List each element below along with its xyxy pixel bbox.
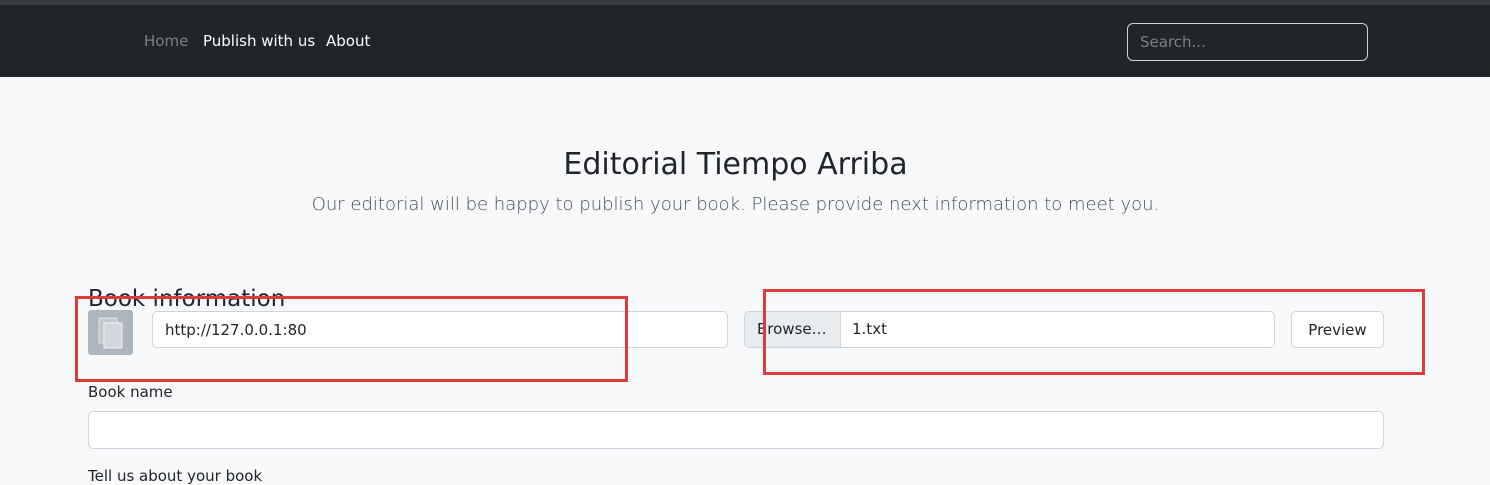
book-cover-thumbnail bbox=[88, 310, 133, 355]
page-lead: Our editorial will be happy to publish y… bbox=[311, 194, 1160, 215]
file-copy-icon bbox=[98, 317, 123, 349]
section-title-book-information: Book information bbox=[88, 286, 286, 313]
book-name-label: Book name bbox=[88, 383, 173, 401]
nav-link-home[interactable]: Home bbox=[144, 32, 188, 50]
navbar: Home Publish with us About bbox=[0, 5, 1490, 77]
browse-button[interactable]: Browse… bbox=[745, 312, 841, 347]
about-book-label: Tell us about your book bbox=[88, 467, 263, 485]
file-input[interactable]: Browse… 1.txt bbox=[744, 311, 1275, 348]
book-name-input[interactable] bbox=[88, 411, 1384, 449]
preview-button[interactable]: Preview bbox=[1291, 311, 1384, 348]
file-name: 1.txt bbox=[852, 320, 887, 338]
nav-link-about[interactable]: About bbox=[326, 32, 370, 50]
book-url-input[interactable] bbox=[152, 311, 728, 348]
page-title: Editorial Tiempo Arriba bbox=[563, 147, 908, 183]
search-input[interactable] bbox=[1127, 23, 1368, 61]
nav-link-publish[interactable]: Publish with us bbox=[203, 32, 315, 50]
